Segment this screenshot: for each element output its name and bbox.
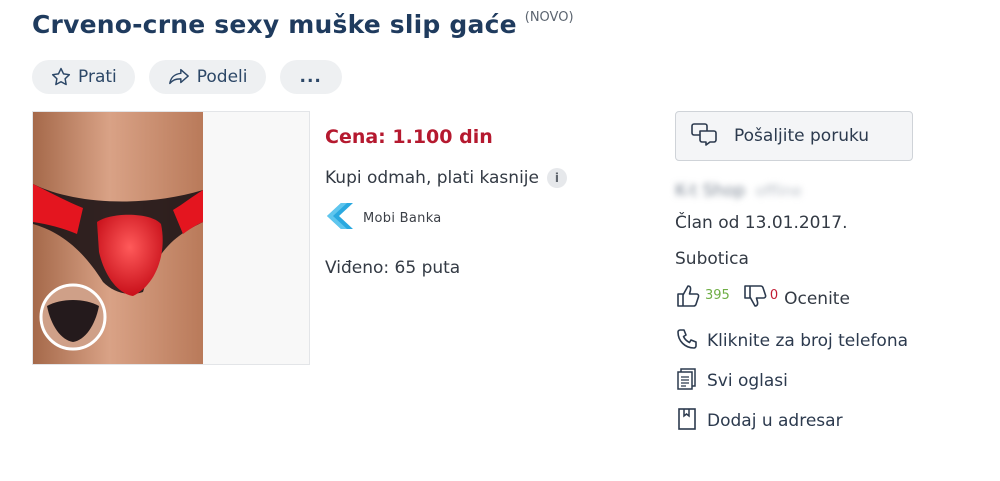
seller-city: Subotica (675, 249, 749, 269)
buy-now-label: Kupi odmah, plati kasnije (325, 168, 539, 188)
seller-name-row: K-t Shop offline (675, 179, 913, 203)
phone-icon (675, 327, 699, 356)
chat-icon (690, 121, 718, 152)
star-icon (50, 66, 72, 88)
seller-status: offline (755, 182, 802, 200)
listing-info: Cena: 1.100 din Kupi odmah, plati kasnij… (325, 120, 567, 278)
thumbs-up-icon[interactable] (675, 283, 701, 314)
add-to-address-book-link[interactable]: Dodaj u adresar (675, 407, 913, 436)
rate-seller-link[interactable]: Ocenite (784, 289, 850, 309)
mobi-banka-label: Mobi Banka (363, 210, 442, 226)
seller-panel: Pošaljite poruku K-t Shop offline Član o… (675, 111, 913, 434)
thumbs-down-icon[interactable] (742, 283, 768, 314)
address-book-label: Dodaj u adresar (707, 411, 843, 431)
listing-title: Crveno-crne sexy muške slip gaće (32, 10, 517, 39)
send-message-button[interactable]: Pošaljite poruku (675, 111, 913, 161)
share-label: Podeli (196, 67, 248, 87)
follow-label: Prati (78, 67, 117, 87)
more-button[interactable]: ... (279, 60, 342, 94)
more-label: ... (299, 67, 322, 87)
product-image (33, 112, 309, 364)
phone-link-label: Kliknite za broj telefona (707, 331, 909, 351)
seller-ratings: 395 0 Ocenite (675, 283, 913, 314)
share-button[interactable]: Podeli (148, 60, 266, 94)
title-row: Crveno-crne sexy muške slip gaće (NOVO) (32, 6, 574, 44)
seller-name[interactable]: K-t Shop (675, 181, 745, 201)
buy-now-pay-later: Kupi odmah, plati kasnije i (325, 168, 567, 188)
send-message-label: Pošaljite poruku (734, 126, 870, 146)
bookmark-icon (675, 407, 699, 436)
phone-link[interactable]: Kliknite za broj telefona (675, 328, 913, 354)
follow-button[interactable]: Prati (32, 60, 135, 94)
mobi-banka-badge: Mobi Banka (325, 202, 567, 234)
listing-photo[interactable] (32, 111, 310, 365)
price: Cena: 1.100 din (325, 126, 493, 148)
all-ads-label: Svi oglasi (707, 371, 788, 391)
positive-count: 395 (705, 288, 730, 303)
listing-actions: Prati Podeli ... (32, 60, 342, 94)
views-count: Viđeno: 65 puta (325, 258, 461, 278)
condition-badge: (NOVO) (524, 10, 574, 25)
all-ads-link[interactable]: Svi oglasi (675, 367, 913, 396)
mobi-banka-logo (325, 202, 355, 234)
info-icon[interactable]: i (546, 168, 567, 188)
ads-list-icon (675, 367, 699, 396)
member-since: Član od 13.01.2017. (675, 213, 848, 233)
negative-count: 0 (769, 288, 779, 303)
share-icon (167, 66, 191, 88)
